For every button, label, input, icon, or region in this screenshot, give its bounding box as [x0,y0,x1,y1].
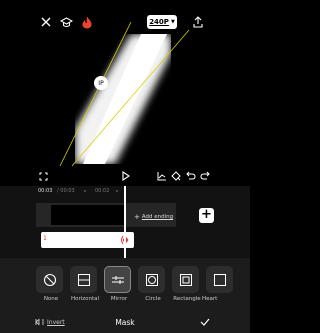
current-time: 00:03 [38,188,53,194]
undo-icon[interactable] [185,169,197,182]
horizontal-icon [77,273,90,286]
mask-option-heart[interactable]: Heart [202,266,236,304]
bottom-bar: Invert Mask [0,312,250,333]
plus-icon: + [134,213,140,221]
ruler-tick-label: 00:02 [95,188,110,194]
timeline[interactable]: 00:03 / 00:03 00:02 + Add ending + 1 [0,186,250,258]
redo-icon[interactable] [199,169,211,182]
graph-icon[interactable] [156,169,168,182]
ruler-dot [84,190,86,192]
add-ending-label: Add ending [141,214,174,220]
pivot-label: IP [98,79,104,87]
mask-pivot-handle[interactable]: IP [94,76,108,90]
total-time: / 00:03 [57,188,75,194]
clip-number: 1 [43,235,47,242]
checkmark-icon[interactable] [199,316,211,328]
mask-option-rectangle[interactable]: Rectangle [172,266,202,304]
playback-controls [0,166,250,186]
ruler-dot [116,190,118,192]
none-icon [43,273,56,286]
play-icon[interactable] [119,169,132,183]
keyframe-marker-icon[interactable] [121,235,130,245]
rectangle-icon [179,273,192,286]
panel-title: Mask [115,318,135,327]
heart-icon [213,273,226,286]
playhead[interactable] [124,186,126,258]
add-clip-button[interactable]: + [199,208,214,223]
keyframe-icon[interactable] [170,169,182,182]
mirror-icon [111,275,124,284]
video-clip[interactable] [51,205,125,225]
selected-clip[interactable]: 1 [41,232,134,248]
circle-icon [145,273,158,286]
mask-option-label: Heart [202,296,218,302]
add-ending-button[interactable]: + Add ending [134,213,173,221]
fullscreen-icon[interactable] [37,170,49,182]
